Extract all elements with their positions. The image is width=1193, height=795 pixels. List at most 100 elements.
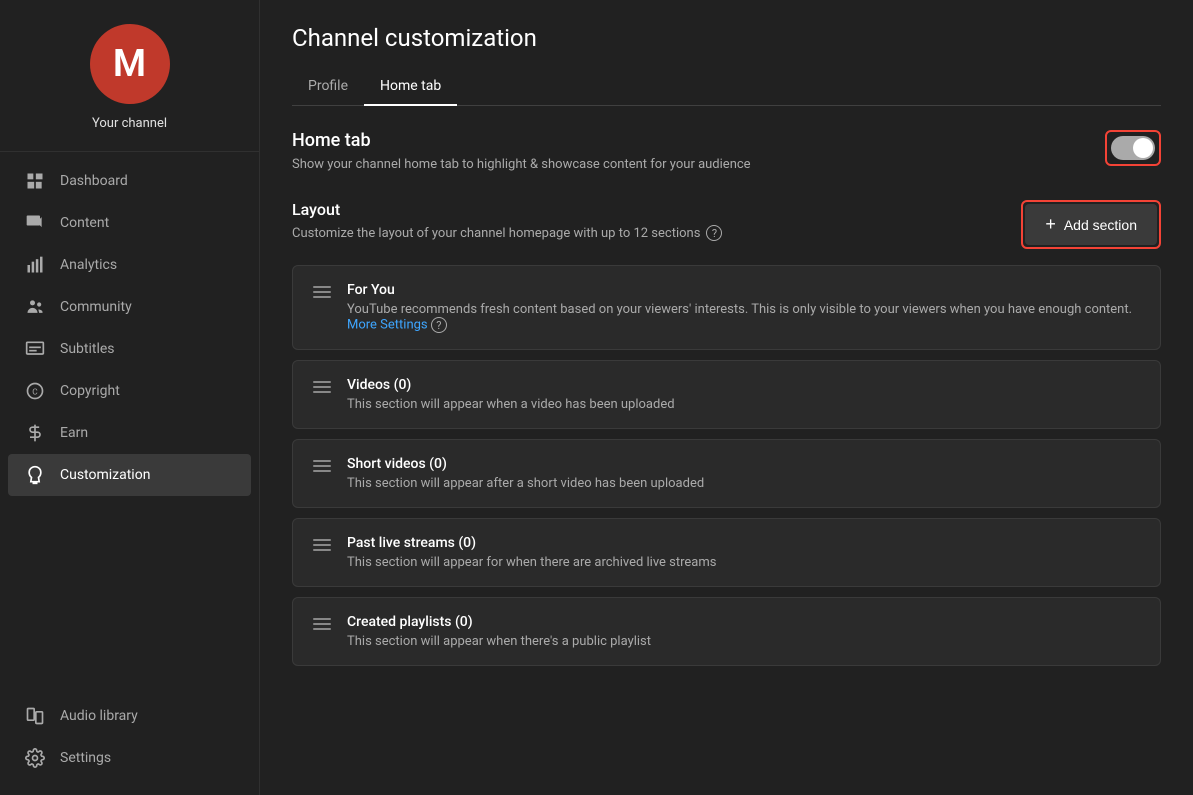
subtitles-icon xyxy=(24,338,46,360)
drag-bar xyxy=(313,544,331,546)
drag-bar xyxy=(313,386,331,388)
section-card-short-videos: Short videos (0) This section will appea… xyxy=(292,439,1161,508)
drag-bar xyxy=(313,470,331,472)
audio-icon xyxy=(24,705,46,727)
sidebar-item-community[interactable]: Community xyxy=(8,286,251,328)
sidebar-item-earn[interactable]: Earn xyxy=(8,412,251,454)
drag-bar xyxy=(313,291,331,293)
dashboard-icon xyxy=(24,170,46,192)
more-settings-link[interactable]: More Settings xyxy=(347,318,428,333)
section-card-videos: Videos (0) This section will appear when… xyxy=(292,360,1161,429)
section-title: Short videos (0) xyxy=(347,456,1140,472)
sidebar-item-label: Settings xyxy=(60,750,111,766)
home-tab-toggle-wrapper xyxy=(1105,130,1161,166)
sidebar-item-label: Subtitles xyxy=(60,341,115,357)
drag-bar xyxy=(313,296,331,298)
section-content-short-videos: Short videos (0) This section will appea… xyxy=(347,456,1140,491)
content-area: Home tab Show your channel home tab to h… xyxy=(260,106,1193,706)
sidebar-item-label: Earn xyxy=(60,425,88,441)
drag-bar xyxy=(313,381,331,383)
channel-avatar[interactable]: M xyxy=(90,24,170,104)
add-section-btn-wrapper: + Add section xyxy=(1021,200,1161,249)
drag-bar xyxy=(313,618,331,620)
layout-description: Customize the layout of your channel hom… xyxy=(292,225,722,241)
sidebar-item-analytics[interactable]: Analytics xyxy=(8,244,251,286)
section-description: This section will appear when a video ha… xyxy=(347,397,1140,412)
settings-icon xyxy=(24,747,46,769)
layout-info: Layout Customize the layout of your chan… xyxy=(292,200,722,241)
section-content-for-you: For You YouTube recommends fresh content… xyxy=(347,282,1140,333)
avatar-initial: M xyxy=(113,42,146,86)
section-title: Created playlists (0) xyxy=(347,614,1140,630)
sidebar: M Your channel Dashboard Content Analyti… xyxy=(0,0,260,795)
sidebar-item-label: Community xyxy=(60,299,132,315)
section-description: This section will appear when there's a … xyxy=(347,634,1140,649)
sidebar-item-label: Audio library xyxy=(60,708,138,724)
tabs-bar: Profile Home tab xyxy=(292,68,1161,106)
channel-name: Your channel xyxy=(92,116,167,131)
drag-handle-live-streams[interactable] xyxy=(313,535,331,551)
section-title: Videos (0) xyxy=(347,377,1140,393)
plus-icon: + xyxy=(1045,214,1056,235)
drag-bar xyxy=(313,286,331,288)
sidebar-item-audio-library[interactable]: Audio library xyxy=(8,695,251,737)
sidebar-bottom-nav: Audio library Settings xyxy=(0,695,259,795)
main-content: Channel customization Profile Home tab H… xyxy=(260,0,1193,795)
tab-home-tab[interactable]: Home tab xyxy=(364,68,457,106)
section-title: For You xyxy=(347,282,1140,298)
sidebar-item-label: Copyright xyxy=(60,383,120,399)
drag-bar xyxy=(313,549,331,551)
section-content-videos: Videos (0) This section will appear when… xyxy=(347,377,1140,412)
layout-help-icon[interactable]: ? xyxy=(706,225,722,241)
toggle-knob xyxy=(1133,138,1153,158)
section-description: This section will appear after a short v… xyxy=(347,476,1140,491)
sidebar-item-label: Content xyxy=(60,215,109,231)
earn-icon xyxy=(24,422,46,444)
community-icon xyxy=(24,296,46,318)
drag-bar xyxy=(313,465,331,467)
sidebar-navigation: Dashboard Content Analytics Community xyxy=(0,160,259,496)
section-title: Past live streams (0) xyxy=(347,535,1140,551)
section-content-playlists: Created playlists (0) This section will … xyxy=(347,614,1140,649)
home-tab-description: Show your channel home tab to highlight … xyxy=(292,157,751,172)
sidebar-item-label: Dashboard xyxy=(60,173,128,189)
home-tab-info: Home tab Show your channel home tab to h… xyxy=(292,130,751,172)
sidebar-divider xyxy=(0,151,259,152)
drag-handle-for-you[interactable] xyxy=(313,282,331,298)
section-help-icon[interactable]: ? xyxy=(431,317,447,333)
drag-bar xyxy=(313,628,331,630)
drag-bar xyxy=(313,391,331,393)
drag-handle-videos[interactable] xyxy=(313,377,331,393)
section-card-playlists: Created playlists (0) This section will … xyxy=(292,597,1161,666)
section-description: This section will appear for when there … xyxy=(347,555,1140,570)
section-content-live-streams: Past live streams (0) This section will … xyxy=(347,535,1140,570)
copyright-icon: C xyxy=(24,380,46,402)
sidebar-item-customization[interactable]: Customization xyxy=(8,454,251,496)
section-card-for-you: For You YouTube recommends fresh content… xyxy=(292,265,1161,350)
sidebar-item-settings[interactable]: Settings xyxy=(8,737,251,779)
sidebar-item-label: Analytics xyxy=(60,257,117,273)
layout-section: Layout Customize the layout of your chan… xyxy=(292,200,1161,666)
home-tab-toggle[interactable] xyxy=(1111,136,1155,160)
page-title: Channel customization xyxy=(292,24,1161,52)
drag-handle-playlists[interactable] xyxy=(313,614,331,630)
svg-text:C: C xyxy=(32,387,38,397)
sidebar-item-content[interactable]: Content xyxy=(8,202,251,244)
sidebar-item-copyright[interactable]: C Copyright xyxy=(8,370,251,412)
drag-bar xyxy=(313,623,331,625)
sidebar-item-label: Customization xyxy=(60,467,150,483)
analytics-icon xyxy=(24,254,46,276)
content-icon xyxy=(24,212,46,234)
home-tab-section: Home tab Show your channel home tab to h… xyxy=(292,130,1161,172)
customization-icon xyxy=(24,464,46,486)
sidebar-item-dashboard[interactable]: Dashboard xyxy=(8,160,251,202)
drag-bar xyxy=(313,539,331,541)
section-description: YouTube recommends fresh content based o… xyxy=(347,302,1140,333)
layout-header: Layout Customize the layout of your chan… xyxy=(292,200,1161,249)
section-card-live-streams: Past live streams (0) This section will … xyxy=(292,518,1161,587)
drag-handle-short-videos[interactable] xyxy=(313,456,331,472)
tab-profile[interactable]: Profile xyxy=(292,68,364,106)
add-section-button[interactable]: + Add section xyxy=(1025,204,1157,245)
sidebar-item-subtitles[interactable]: Subtitles xyxy=(8,328,251,370)
add-section-label: Add section xyxy=(1064,217,1137,233)
